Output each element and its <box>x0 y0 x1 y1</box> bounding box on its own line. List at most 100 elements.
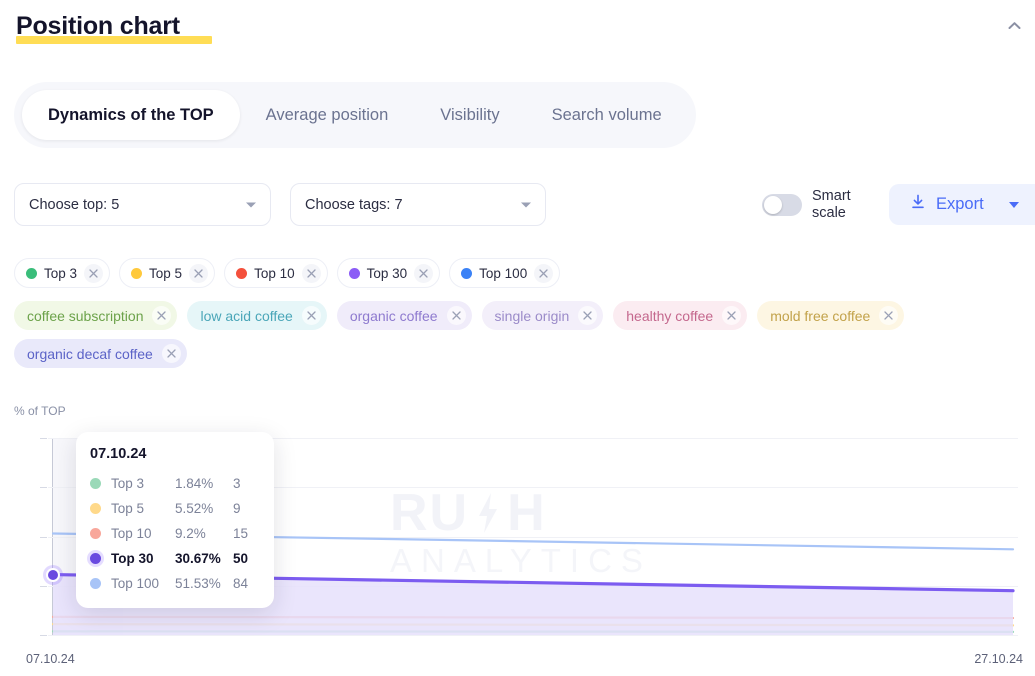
tag-chip-mold-free-coffee[interactable]: mold free coffee <box>757 301 905 330</box>
tab-dynamics-of-the-top[interactable]: Dynamics of the TOP <box>22 90 240 140</box>
tag-chip-label: healthy coffee <box>626 307 714 324</box>
top-chip-label: Top 100 <box>479 265 528 281</box>
tab-bar: Dynamics of the TOP Average position Vis… <box>14 82 696 148</box>
choose-top-select[interactable]: Choose top: 5 <box>14 183 271 226</box>
tab-average-position[interactable]: Average position <box>240 90 415 140</box>
close-icon[interactable] <box>152 306 172 325</box>
tooltip-series-percent: 9.2% <box>175 526 206 541</box>
tooltip-series-name: Top 100 <box>111 576 160 591</box>
toggle-knob <box>764 196 782 214</box>
close-icon[interactable] <box>879 306 899 325</box>
tag-chip-label: low acid coffee <box>200 307 293 324</box>
choose-top-value: Choose top: 5 <box>29 196 120 213</box>
top-chip-label: Top 10 <box>254 265 295 281</box>
tooltip-series-count: 15 <box>233 526 249 541</box>
series-color-dot <box>26 267 37 279</box>
tooltip-row-top-3: Top 3 1.84% 3 <box>90 471 260 496</box>
page-title-text: Position chart <box>16 12 180 40</box>
tag-chip-label: single origin <box>494 307 570 324</box>
tooltip-series-percent: 51.53% <box>175 576 221 591</box>
tooltip-series-percent: 1.84% <box>175 476 214 491</box>
tab-visibility[interactable]: Visibility <box>414 90 525 140</box>
tooltip-rows: Top 3 1.84% 3 Top 5 5.52% 9 Top 10 9.2% 15 Top 30… <box>90 471 260 596</box>
choose-tags-value: Choose tags: 7 <box>305 196 403 213</box>
tag-chip-single-origin[interactable]: single origin <box>481 301 604 330</box>
tooltip-series-count: 3 <box>233 476 241 491</box>
tooltip-series-percent: 5.52% <box>175 501 214 516</box>
tag-chip-healthy-coffee[interactable]: healthy coffee <box>613 301 748 330</box>
page-title-wrap: Position chart <box>14 8 212 46</box>
top-filter-chips: Top 3 Top 5 Top 10 Top 30 Top 100 <box>14 258 561 288</box>
top-chip-top-10[interactable]: Top 10 <box>224 258 328 288</box>
smart-scale-toggle[interactable] <box>762 194 802 216</box>
tooltip-series-name: Top 10 <box>111 526 152 541</box>
tooltip-series-percent: 30.67% <box>175 551 221 566</box>
chart-tooltip: 07.10.24 Top 3 1.84% 3 Top 5 5.52% 9 Top 10 9.2… <box>76 432 274 608</box>
top-chip-top-3[interactable]: Top 3 <box>14 258 111 288</box>
series-color-dot <box>90 478 101 489</box>
series-color-dot <box>90 503 101 514</box>
top-chip-label: Top 3 <box>44 265 78 281</box>
top-chip-label: Top 30 <box>366 265 408 281</box>
tab-label: Visibility <box>440 105 500 124</box>
y-axis-tick-mark <box>40 438 47 439</box>
chevron-down-icon <box>1009 201 1019 208</box>
choose-tags-select[interactable]: Choose tags: 7 <box>290 183 546 226</box>
smart-scale-label: Smart scale <box>812 188 851 221</box>
top-chip-label: Top 5 <box>149 265 183 281</box>
close-icon[interactable] <box>301 263 321 283</box>
tooltip-series-name: Top 5 <box>111 501 145 516</box>
y-axis-tick-mark <box>40 635 47 636</box>
tooltip-series-count: 84 <box>233 576 249 591</box>
download-icon <box>909 193 927 216</box>
chevron-up-icon[interactable] <box>1001 12 1027 38</box>
close-icon[interactable] <box>722 306 742 325</box>
tag-chip-label: mold free coffee <box>770 307 871 324</box>
export-label: Export <box>936 195 984 213</box>
export-button[interactable]: Export <box>889 184 1035 225</box>
close-icon[interactable] <box>534 263 554 283</box>
x-axis-label-start: 07.10.24 <box>26 652 75 666</box>
top-chip-top-30[interactable]: Top 30 <box>336 258 441 288</box>
y-axis-tick-mark <box>40 585 47 587</box>
top-chip-top-5[interactable]: Top 5 <box>119 258 216 288</box>
tooltip-date: 07.10.24 <box>90 446 147 462</box>
close-icon[interactable] <box>84 263 104 283</box>
chevron-down-icon <box>521 202 531 207</box>
series-color-dot <box>90 528 101 539</box>
close-icon[interactable] <box>189 263 209 283</box>
tooltip-row-top-100: Top 100 51.53% 84 <box>90 571 260 596</box>
series-color-dot <box>131 267 143 279</box>
close-icon[interactable] <box>301 306 321 325</box>
chevron-down-icon <box>246 202 256 207</box>
highlighted-data-point[interactable] <box>46 567 60 582</box>
position-chart-panel: Position chart Dynamics of the TOP Avera… <box>0 0 1035 676</box>
tooltip-row-top-30: Top 30 30.67% 50 <box>90 546 260 571</box>
tooltip-series-name: Top 3 <box>111 476 145 491</box>
smart-scale-control: Smart scale <box>762 188 864 222</box>
tab-label: Average position <box>265 105 389 124</box>
top-chip-top-100[interactable]: Top 100 <box>449 258 561 288</box>
tag-chip-low-acid-coffee[interactable]: low acid coffee <box>187 301 327 330</box>
series-color-dot <box>236 267 248 279</box>
tooltip-series-count: 50 <box>233 551 249 566</box>
close-icon[interactable] <box>414 263 434 283</box>
page-title: Position chart <box>14 8 212 46</box>
gridline <box>48 635 1018 636</box>
x-axis-label-end: 27.10.24 <box>974 652 1023 666</box>
tooltip-row-top-5: Top 5 5.52% 9 <box>90 496 260 521</box>
tag-chip-organic-coffee[interactable]: organic coffee <box>336 301 472 330</box>
y-axis-tick-mark <box>40 536 47 538</box>
close-icon[interactable] <box>578 306 598 325</box>
tag-chip-organic-decaf-coffee[interactable]: organic decaf coffee <box>14 339 187 368</box>
y-axis-tick-mark <box>40 487 47 489</box>
close-icon[interactable] <box>446 306 466 325</box>
tab-label: Search volume <box>551 105 662 124</box>
series-color-dot <box>90 578 101 589</box>
tag-chip-label: organic decaf coffee <box>27 345 153 362</box>
tab-label: Dynamics of the TOP <box>48 105 214 124</box>
tab-search-volume[interactable]: Search volume <box>526 90 688 140</box>
close-icon[interactable] <box>161 344 181 363</box>
tag-chip-coffee-subscription[interactable]: coffee subscription <box>14 301 178 330</box>
tag-chip-label: coffee subscription <box>27 307 144 324</box>
